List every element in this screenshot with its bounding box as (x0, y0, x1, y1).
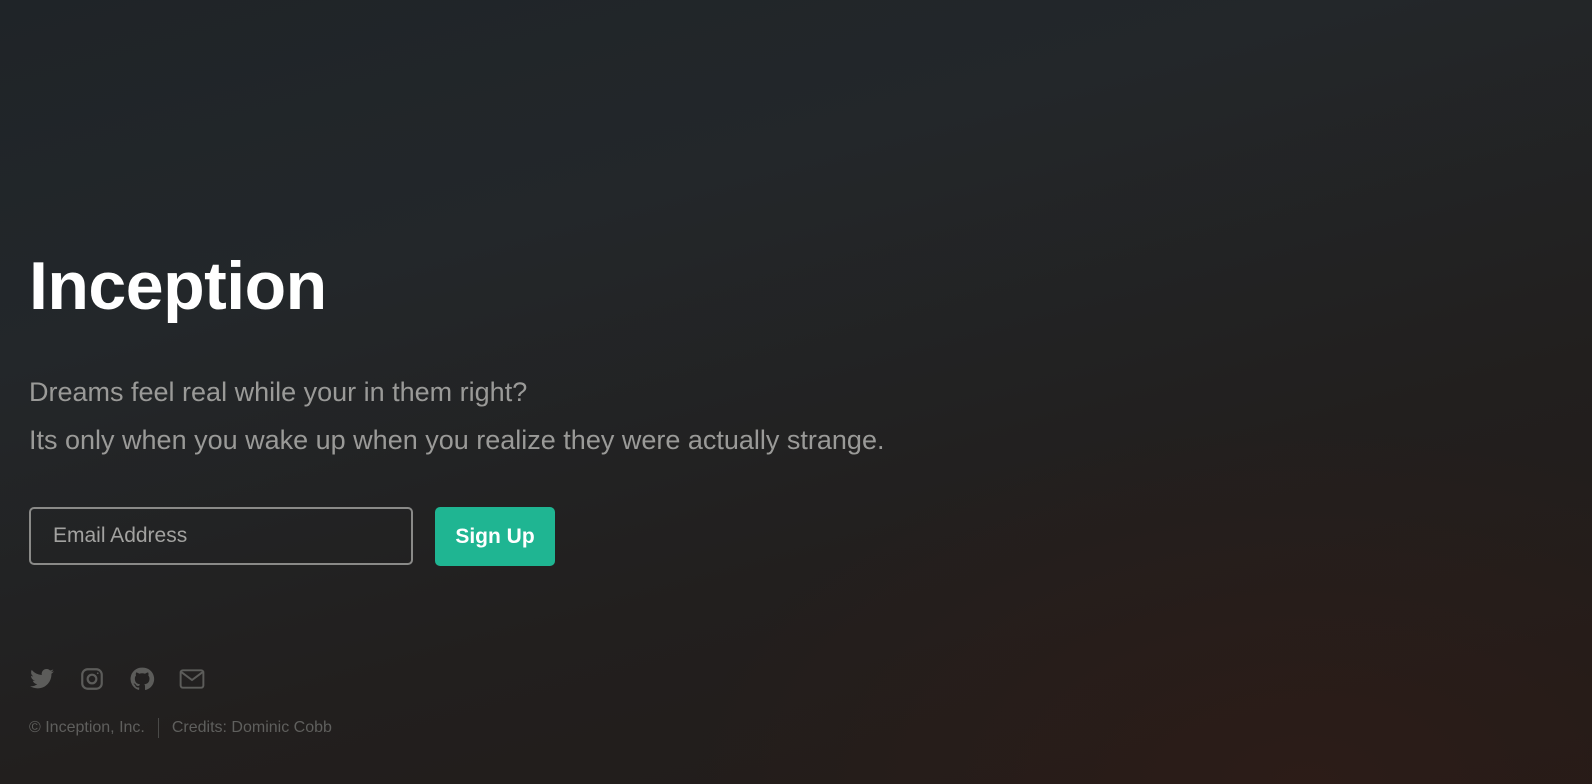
tagline-line-1: Dreams feel real while your in them righ… (29, 377, 528, 407)
instagram-icon (81, 668, 103, 690)
email-field[interactable] (29, 507, 413, 565)
copyright-text: © Inception, Inc. (29, 719, 145, 736)
instagram-link[interactable] (79, 666, 105, 692)
twitter-icon (30, 668, 54, 689)
footer: © Inception, Inc. Credits: Dominic Cobb (29, 718, 332, 738)
footer-divider (157, 718, 159, 738)
mail-link[interactable] (179, 666, 205, 692)
credits-text: Credits: Dominic Cobb (171, 719, 332, 736)
twitter-link[interactable] (29, 666, 55, 692)
github-icon (130, 667, 155, 690)
social-links (29, 666, 229, 692)
tagline: Dreams feel real while your in them righ… (29, 368, 884, 464)
github-link[interactable] (129, 666, 155, 692)
page-title: Inception (29, 248, 327, 324)
tagline-line-2: Its only when you wake up when you reali… (29, 425, 885, 455)
mail-icon (179, 669, 205, 689)
sign-up-button[interactable]: Sign Up (435, 507, 555, 566)
